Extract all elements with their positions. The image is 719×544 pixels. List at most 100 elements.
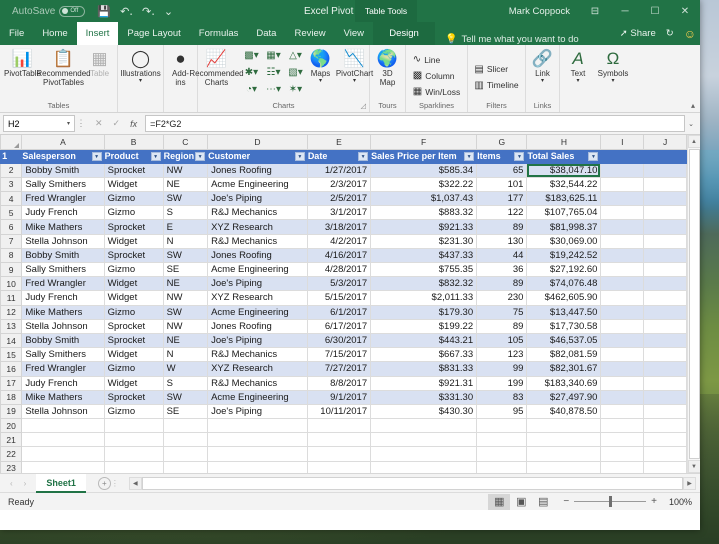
- tab-formulas[interactable]: Formulas: [190, 22, 248, 45]
- cell-H23[interactable]: [526, 460, 602, 473]
- cell-C17[interactable]: S: [162, 375, 209, 391]
- sparkline-winloss-button[interactable]: ▦ Win/Loss: [410, 84, 463, 100]
- table-header-salesperson[interactable]: Salesperson ▼: [21, 148, 105, 164]
- zoom-percent[interactable]: 100%: [662, 497, 692, 507]
- cell-A8[interactable]: Bobby Smith: [21, 247, 105, 264]
- cell-D16[interactable]: XYZ Research: [207, 361, 308, 377]
- cell-J10[interactable]: [643, 276, 687, 292]
- cell-A21[interactable]: [21, 432, 105, 448]
- empty-cell[interactable]: [600, 148, 645, 164]
- formula-input[interactable]: =F2*G2: [145, 115, 685, 132]
- confirm-formula-icon[interactable]: ✓: [113, 118, 121, 129]
- cell-C6[interactable]: E: [162, 219, 209, 235]
- cell-G11[interactable]: 230: [476, 290, 528, 306]
- row-header-18[interactable]: 18: [0, 389, 23, 405]
- row-header-15[interactable]: 15: [0, 347, 23, 363]
- cell-H6[interactable]: $81,998.37: [526, 219, 602, 235]
- cell-F10[interactable]: $832.32: [370, 276, 478, 292]
- cell-C11[interactable]: NW: [162, 290, 209, 306]
- cell-B2[interactable]: Sprocket: [103, 162, 164, 178]
- column-header-g[interactable]: G: [476, 135, 528, 150]
- row-header-17[interactable]: 17: [0, 375, 23, 391]
- cell-F19[interactable]: $430.30: [370, 403, 478, 420]
- table-row[interactable]: 22: [0, 446, 687, 462]
- text-button[interactable]: A Text ▾: [563, 47, 593, 87]
- cell-J5[interactable]: [643, 205, 687, 221]
- cell-B16[interactable]: Gizmo: [103, 361, 164, 377]
- horizontal-scroll-track[interactable]: [141, 476, 683, 490]
- cell-D20[interactable]: [207, 418, 308, 434]
- undo-icon[interactable]: ↶․: [120, 5, 133, 18]
- cell-C10[interactable]: NE: [162, 276, 209, 292]
- cell-D8[interactable]: Jones Roofing: [207, 247, 308, 264]
- cell-E16[interactable]: 7/27/2017: [306, 361, 372, 377]
- row-header-19[interactable]: 19: [0, 403, 23, 420]
- cell-B7[interactable]: Widget: [103, 233, 164, 249]
- cell-G20[interactable]: [476, 418, 528, 434]
- cell-H16[interactable]: $82,301.67: [526, 361, 602, 377]
- user-name[interactable]: Mark Coppock: [509, 6, 570, 17]
- cell-F9[interactable]: $755.35: [370, 261, 478, 278]
- symbols-button[interactable]: Ω Symbols ▾: [593, 47, 633, 87]
- cell-E13[interactable]: 6/17/2017: [306, 318, 372, 334]
- cell-A2[interactable]: Bobby Smith: [21, 162, 105, 178]
- cell-I11[interactable]: [600, 290, 645, 306]
- cell-E7[interactable]: 4/2/2017: [306, 233, 372, 249]
- collapse-ribbon-icon[interactable]: ▴: [691, 101, 695, 110]
- cell-J22[interactable]: [643, 446, 687, 462]
- cell-H10[interactable]: $74,076.48: [526, 276, 602, 292]
- table-row[interactable]: 19 Stella Johnson Gizmo SE Joe's Piping 10/11…: [0, 403, 687, 420]
- cell-G7[interactable]: 130: [476, 233, 528, 249]
- row-header-5[interactable]: 5: [0, 205, 23, 221]
- cell-E14[interactable]: 6/30/2017: [306, 332, 372, 349]
- cell-A5[interactable]: Judy French: [21, 205, 105, 221]
- customize-qat-icon[interactable]: ⌄: [164, 5, 173, 18]
- row-header-21[interactable]: 21: [0, 432, 23, 448]
- table-row[interactable]: 4 Fred Wrangler Gizmo SW Joe's Piping 2/5/201…: [0, 191, 687, 207]
- redo-icon[interactable]: ↷․: [142, 5, 155, 18]
- table-row[interactable]: 7 Stella Johnson Widget N R&J Mechanics 4/2/2…: [0, 233, 687, 249]
- column-header-e[interactable]: E: [306, 135, 372, 150]
- pivotchart-caret-icon[interactable]: ▾: [353, 78, 356, 85]
- cell-F7[interactable]: $231.30: [370, 233, 478, 249]
- cell-C8[interactable]: SW: [162, 247, 209, 264]
- table-row[interactable]: 17 Judy French Widget S R&J Mechanics 8/8/201…: [0, 375, 687, 391]
- cell-I14[interactable]: [600, 332, 645, 349]
- cell-H3[interactable]: $32,544.22: [526, 176, 602, 193]
- cell-G5[interactable]: 122: [476, 205, 528, 221]
- cell-F20[interactable]: [370, 418, 478, 434]
- table-row[interactable]: 13 Stella Johnson Sprocket NW Jones Roofing 6…: [0, 318, 687, 334]
- cell-I10[interactable]: [600, 276, 645, 292]
- column-header-j[interactable]: J: [643, 135, 687, 150]
- cell-B15[interactable]: Widget: [103, 347, 164, 363]
- cell-A13[interactable]: Stella Johnson: [21, 318, 105, 334]
- cell-J9[interactable]: [643, 261, 687, 278]
- filter-dropdown-icon[interactable]: ▼: [150, 152, 161, 161]
- row-header-12[interactable]: 12: [0, 304, 23, 320]
- cell-E10[interactable]: 5/3/2017: [306, 276, 372, 292]
- filter-dropdown-icon[interactable]: ▼: [464, 152, 475, 161]
- cell-I18[interactable]: [600, 389, 645, 405]
- cell-G4[interactable]: 177: [476, 191, 528, 207]
- cell-H13[interactable]: $17,730.58: [526, 318, 602, 334]
- cell-A12[interactable]: Mike Mathers: [21, 304, 105, 320]
- cell-B9[interactable]: Gizmo: [103, 261, 164, 278]
- cell-C16[interactable]: W: [162, 361, 209, 377]
- row-header-9[interactable]: 9: [0, 261, 23, 278]
- cell-E8[interactable]: 4/16/2017: [306, 247, 372, 264]
- cell-A17[interactable]: Judy French: [21, 375, 105, 391]
- tab-design[interactable]: Design: [373, 22, 436, 45]
- cell-H21[interactable]: [526, 432, 602, 448]
- cell-J17[interactable]: [643, 375, 687, 391]
- cell-J20[interactable]: [643, 418, 687, 434]
- cell-D13[interactable]: Jones Roofing: [207, 318, 308, 334]
- cell-C19[interactable]: SE: [162, 403, 209, 420]
- tab-view[interactable]: View: [335, 22, 373, 45]
- bar-chart-icon[interactable]: ▦▾: [266, 50, 280, 61]
- illustrations-caret-icon[interactable]: ▾: [139, 78, 142, 85]
- cell-J19[interactable]: [643, 403, 687, 420]
- cell-C23[interactable]: [162, 460, 209, 473]
- table-header-customer[interactable]: Customer ▼: [207, 148, 308, 164]
- cell-A20[interactable]: [21, 418, 105, 434]
- cell-E17[interactable]: 8/8/2017: [306, 375, 372, 391]
